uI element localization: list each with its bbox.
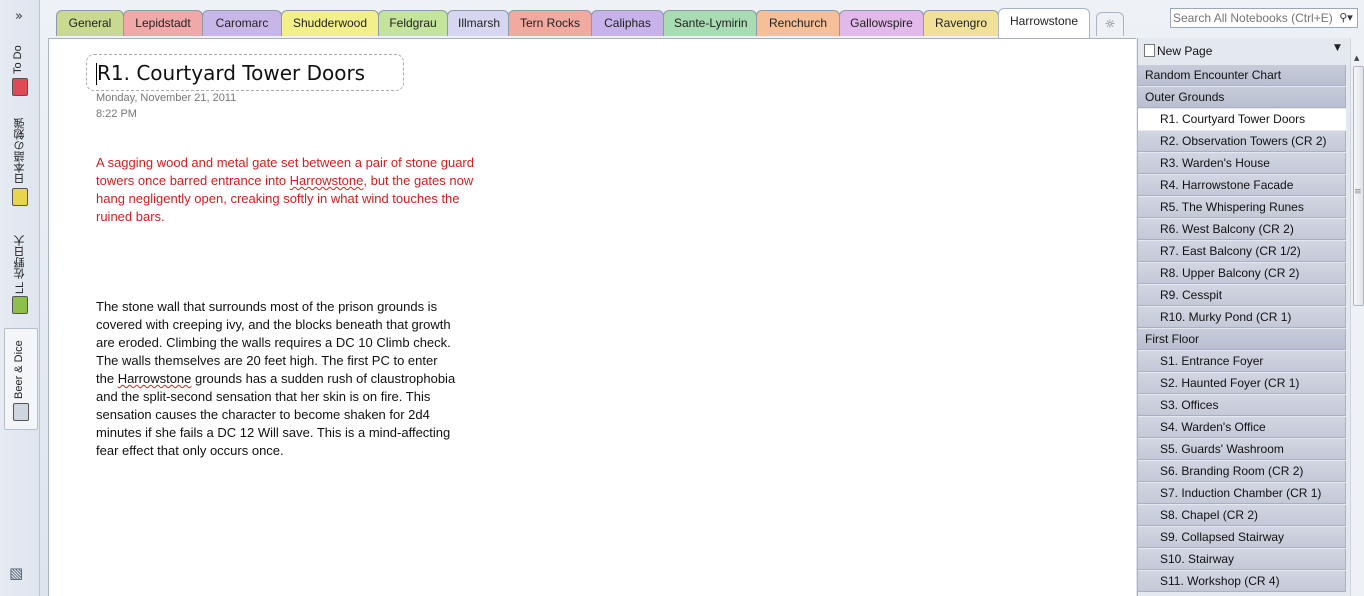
- page-list: Random Encounter Chart Outer Grounds R1. C…: [1138, 65, 1346, 593]
- tab-label: Caliphas: [604, 16, 651, 30]
- grip-icon: ≡: [1354, 187, 1362, 197]
- tab-renchurch[interactable]: Renchurch: [756, 10, 840, 36]
- tab-label: Sante-Lymirin: [674, 16, 748, 30]
- new-page-button[interactable]: New Page: [1144, 42, 1344, 60]
- page-tab[interactable]: S5. Guards' Washroom: [1138, 439, 1346, 460]
- tab-gallowspire[interactable]: Gallowspire: [839, 10, 924, 36]
- search-input[interactable]: [1173, 10, 1333, 26]
- tab-caliphas[interactable]: Caliphas: [591, 10, 664, 36]
- new-section-tab[interactable]: ☼: [1096, 12, 1124, 36]
- page-tab[interactable]: S7. Induction Chamber (CR 1): [1138, 483, 1346, 504]
- scrollbar-thumb[interactable]: [1353, 66, 1364, 306]
- page-tab[interactable]: R4. Harrowstone Facade: [1138, 175, 1346, 196]
- page-tab[interactable]: R6. West Balcony (CR 2): [1138, 219, 1346, 240]
- page-tab[interactable]: S8. Chapel (CR 2): [1138, 505, 1346, 526]
- tab-caromarc[interactable]: Caromarc: [202, 10, 282, 36]
- search-box: ⚲▾: [1170, 8, 1358, 28]
- tab-shudderwood[interactable]: Shudderwood: [281, 10, 379, 36]
- expand-navigation-icon[interactable]: »: [10, 8, 28, 26]
- page-time: 8:22 PM: [96, 108, 137, 120]
- notebook-icon: [13, 403, 29, 421]
- notebook-bar: » To Do 日本語の勉強 LL 佐野日大 Beer & Dice ▧: [0, 0, 40, 596]
- notebook-todo[interactable]: To Do: [4, 36, 38, 98]
- notebook-label: LL 佐野日大: [14, 235, 26, 294]
- tab-label: Harrowstone: [1009, 14, 1079, 28]
- page-tab[interactable]: S9. Collapsed Stairway: [1138, 527, 1346, 548]
- tab-label: Caromarc: [215, 16, 269, 30]
- notebook-label: 日本語の勉強: [14, 118, 26, 184]
- note-block-rules[interactable]: The stone wall that surrounds most of th…: [96, 298, 456, 460]
- notebook-icon: [12, 296, 28, 314]
- tab-label: Renchurch: [768, 16, 828, 30]
- page-tab[interactable]: S3. Offices: [1138, 395, 1346, 416]
- page-list-scrollbar[interactable]: ▲ ≡: [1350, 38, 1364, 596]
- tab-label: Lepidstadt: [135, 16, 191, 30]
- tab-label: Feldgrau: [389, 16, 437, 30]
- notebook-icon: [12, 78, 28, 96]
- page-tab[interactable]: S2. Haunted Foyer (CR 1): [1138, 373, 1346, 394]
- tab-sante-lymirin[interactable]: Sante-Lymirin: [663, 10, 757, 36]
- tab-label: Tern Rocks: [519, 16, 581, 30]
- page-date: Monday, November 21, 2011: [96, 92, 237, 104]
- notebook-ll[interactable]: LL 佐野日大: [4, 218, 38, 318]
- tab-illmarsh[interactable]: Illmarsh: [447, 10, 509, 36]
- notebook-label: Beer & Dice: [13, 340, 25, 399]
- tab-general[interactable]: General: [56, 10, 124, 36]
- page-title-box[interactable]: R1. Courtyard Tower Doors: [86, 54, 404, 91]
- page-tab[interactable]: S10. Stairway: [1138, 549, 1346, 570]
- page-tab[interactable]: R5. The Whispering Runes: [1138, 197, 1346, 218]
- onenote-window: » To Do 日本語の勉強 LL 佐野日大 Beer & Dice ▧ Gen…: [0, 0, 1364, 596]
- new-page-label: New Page: [1157, 44, 1213, 58]
- tab-lepidstadt[interactable]: Lepidstadt: [123, 10, 203, 36]
- note-block-description[interactable]: A sagging wood and metal gate set betwee…: [96, 154, 486, 226]
- tab-label: Gallowspire: [850, 16, 913, 30]
- misspelled-word: Harrowstone: [117, 371, 192, 386]
- tab-harrowstone[interactable]: Harrowstone: [998, 8, 1090, 38]
- page-tab[interactable]: S1. Entrance Foyer: [1138, 351, 1346, 372]
- misspelled-word: Harrowstone: [289, 173, 364, 188]
- section-tabs: General Lepidstadt Caromarc Shudderwood …: [56, 8, 1126, 38]
- tab-label: General: [68, 16, 112, 30]
- page-canvas[interactable]: R1. Courtyard Tower Doors Monday, Novemb…: [48, 38, 1136, 596]
- new-page-icon: [1144, 44, 1155, 57]
- page-tab[interactable]: R1. Courtyard Tower Doors: [1138, 109, 1346, 130]
- page-tab[interactable]: R3. Warden's House: [1138, 153, 1346, 174]
- page-title[interactable]: R1. Courtyard Tower Doors: [97, 61, 365, 85]
- tab-ravengro[interactable]: Ravengro: [923, 10, 999, 36]
- chevron-down-icon[interactable]: ▼: [1334, 43, 1341, 53]
- unfiled-notes-icon[interactable]: ▧: [9, 564, 31, 582]
- page-tab[interactable]: R2. Observation Towers (CR 2): [1138, 131, 1346, 152]
- search-icon[interactable]: ⚲▾: [1335, 10, 1357, 26]
- tab-label: Ravengro: [934, 16, 988, 30]
- page-tab[interactable]: R9. Cesspit: [1138, 285, 1346, 306]
- tab-tern-rocks[interactable]: Tern Rocks: [508, 10, 592, 36]
- notebook-beer-and-dice[interactable]: Beer & Dice: [4, 328, 38, 430]
- page-group-header[interactable]: Outer Grounds: [1138, 87, 1346, 108]
- page-group-header[interactable]: First Floor: [1138, 329, 1346, 350]
- notebook-japanese[interactable]: 日本語の勉強: [4, 106, 38, 210]
- notebook-label: To Do: [12, 45, 24, 74]
- page-tab[interactable]: S11. Workshop (CR 4): [1138, 571, 1346, 592]
- page-tab[interactable]: R7. East Balcony (CR 1/2): [1138, 241, 1346, 262]
- page-tab[interactable]: R8. Upper Balcony (CR 2): [1138, 263, 1346, 284]
- page-tab[interactable]: S6. Branding Room (CR 2): [1138, 461, 1346, 482]
- page-tab[interactable]: R10. Murky Pond (CR 1): [1138, 307, 1346, 328]
- tab-feldgrau[interactable]: Feldgrau: [378, 10, 448, 36]
- scroll-up-icon[interactable]: ▲: [1354, 54, 1359, 62]
- tab-label: Shudderwood: [292, 16, 368, 30]
- tab-label: Illmarsh: [458, 16, 501, 30]
- page-tabs-pane: New Page ▼ Random Encounter Chart Outer G…: [1137, 38, 1364, 596]
- new-section-icon: ☼: [1104, 17, 1116, 31]
- page-group-header[interactable]: Random Encounter Chart: [1138, 65, 1346, 86]
- notebook-icon: [12, 188, 28, 206]
- page-tab[interactable]: S4. Warden's Office: [1138, 417, 1346, 438]
